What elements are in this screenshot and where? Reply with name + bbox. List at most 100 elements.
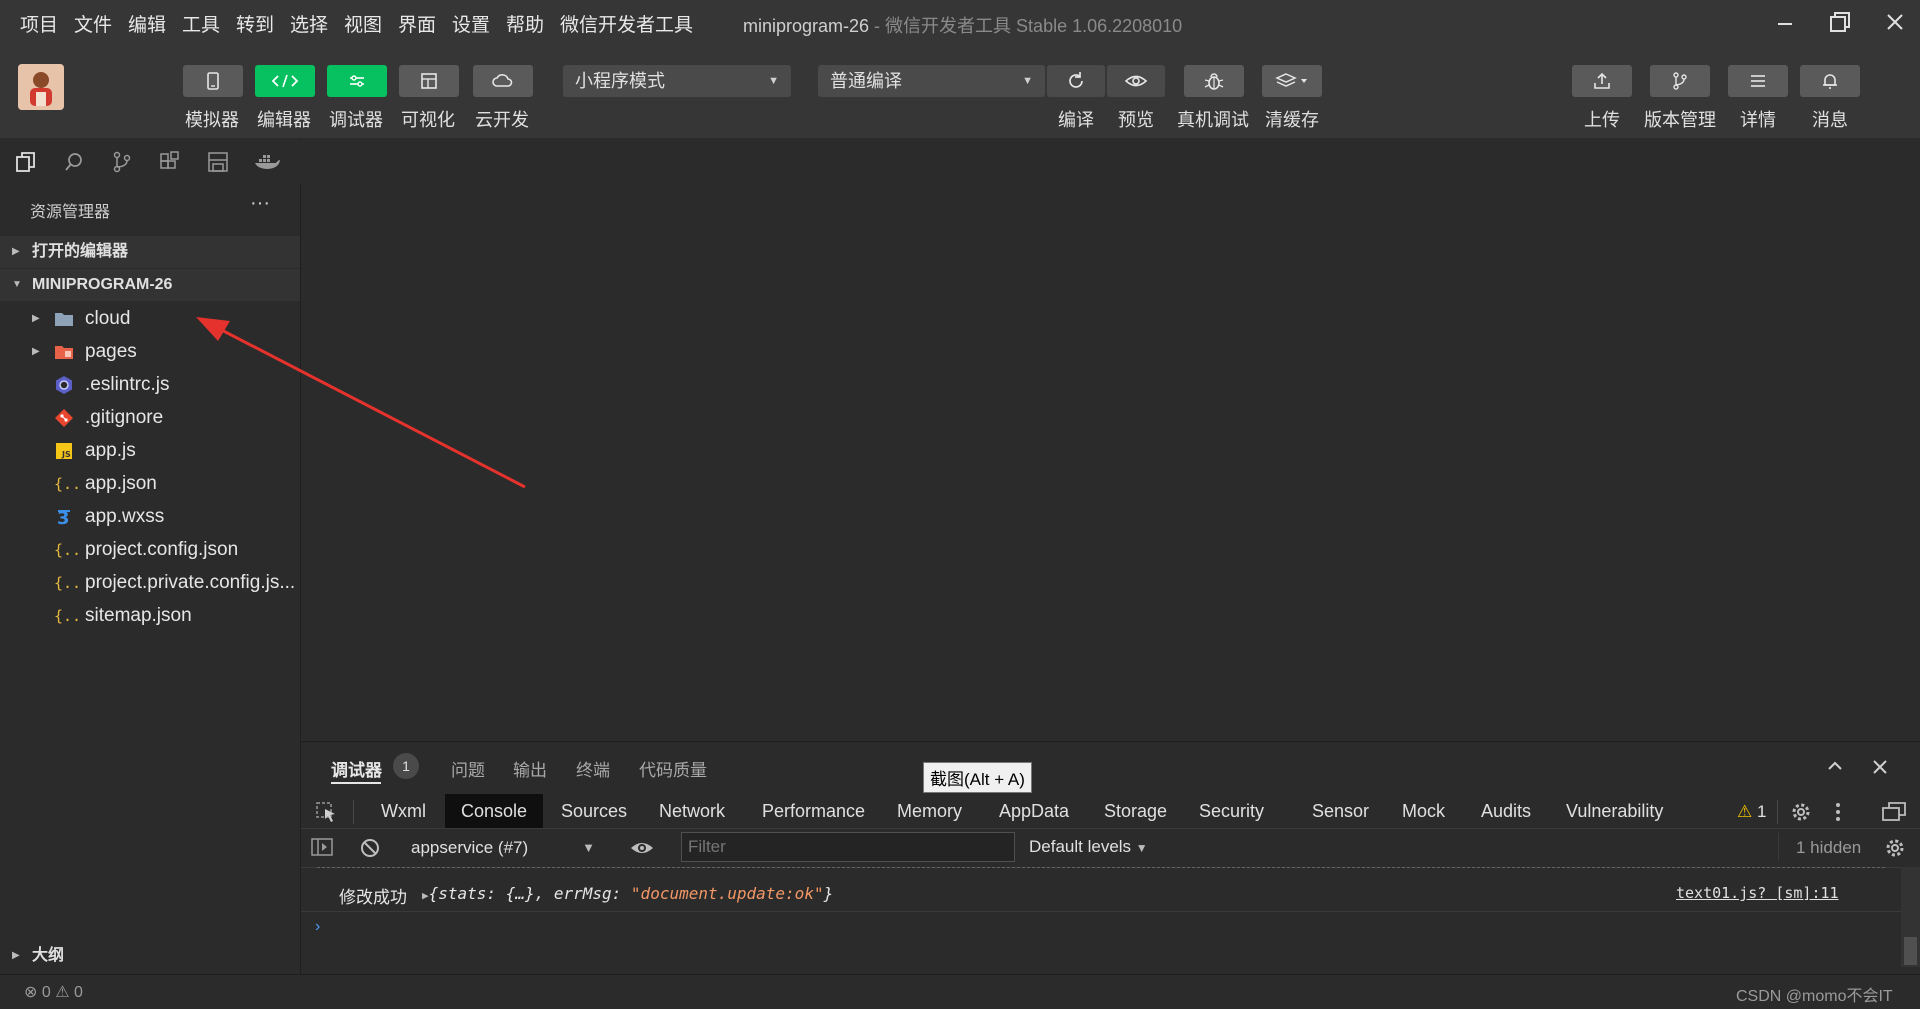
panel-tab-network[interactable]: Network: [659, 794, 725, 828]
tab-code-quality[interactable]: 代码质量: [639, 756, 707, 781]
close-panel-button[interactable]: [1871, 758, 1889, 776]
tree-item-project-private-config[interactable]: {..} project.private.config.js...: [0, 566, 300, 599]
console-settings-button[interactable]: [1883, 836, 1907, 860]
panel-tab-console[interactable]: Console: [445, 794, 544, 828]
compile-mode-select[interactable]: 普通编译 ▼: [818, 65, 1045, 97]
panel-tab-sensor[interactable]: Sensor: [1312, 794, 1369, 828]
menu-goto[interactable]: 转到: [236, 10, 274, 37]
debugger-toggle-button[interactable]: [327, 65, 387, 97]
panel-tab-memory[interactable]: Memory: [897, 794, 962, 828]
console-clipped-row: [301, 867, 1901, 871]
upload-button[interactable]: [1572, 65, 1632, 97]
panel-tab-sources[interactable]: Sources: [561, 794, 627, 828]
menu-settings[interactable]: 设置: [452, 10, 490, 37]
clear-cache-button[interactable]: [1262, 65, 1322, 97]
menu-select[interactable]: 选择: [290, 10, 328, 37]
debug-toggle-icon: [350, 75, 364, 87]
menu-tools[interactable]: 工具: [182, 10, 220, 37]
clear-console-button[interactable]: [359, 837, 381, 859]
log-object[interactable]: ▶{stats: {…}, errMsg: "document.update:o…: [422, 884, 833, 903]
panel-tab-audits[interactable]: Audits: [1481, 794, 1531, 828]
warnings-counter[interactable]: ⚠ 1: [1737, 802, 1766, 822]
search-icon[interactable]: [62, 150, 86, 174]
cloud-dev-button[interactable]: [473, 65, 533, 97]
more-actions-button[interactable]: ···: [250, 192, 270, 215]
log-levels-select[interactable]: Default levels ▼: [1029, 837, 1148, 857]
chevron-right-icon: ▶: [12, 950, 20, 961]
docker-icon[interactable]: [252, 150, 282, 174]
menu-interface[interactable]: 界面: [398, 10, 436, 37]
tree-item-sitemap[interactable]: {..} sitemap.json: [0, 599, 300, 632]
panel-tab-security[interactable]: Security: [1199, 794, 1264, 828]
avatar[interactable]: [18, 64, 64, 110]
menu-wechat-devtools[interactable]: 微信开发者工具: [560, 10, 693, 37]
separator: [1777, 800, 1778, 824]
devtools-settings-button[interactable]: [1789, 800, 1813, 824]
toolbar: 模拟器 编辑器 调试器 可视化 云开发 小程序模式 ▼ 普通编译 ▼ 编译 预览…: [0, 46, 1920, 139]
window-title-separator: -: [869, 16, 886, 36]
compile-label: 编译: [1058, 110, 1094, 130]
panel-tab-storage[interactable]: Storage: [1104, 794, 1167, 828]
context-select[interactable]: appservice (#7) ▼: [411, 835, 601, 861]
eslint-icon: [54, 375, 74, 395]
real-device-debug-button[interactable]: [1184, 65, 1244, 97]
chevron-down-icon: ▼: [768, 75, 779, 87]
details-button[interactable]: [1728, 65, 1788, 97]
source-control-icon[interactable]: [110, 150, 134, 174]
tree-item-app-wxss[interactable]: 3 app.wxss: [0, 500, 300, 533]
undock-button[interactable]: [1881, 800, 1907, 824]
extensions-icon[interactable]: [158, 150, 182, 174]
toggle-sidebar-button[interactable]: [311, 837, 333, 857]
menu-file[interactable]: 文件: [74, 10, 112, 37]
menu-help[interactable]: 帮助: [506, 10, 544, 37]
explorer-icon[interactable]: [14, 150, 38, 174]
scrollbar-thumb[interactable]: [1904, 937, 1917, 965]
minimize-button[interactable]: [1768, 8, 1802, 38]
branch-icon: [1673, 72, 1687, 90]
compile-button[interactable]: [1047, 65, 1105, 97]
restore-button[interactable]: [1823, 8, 1857, 38]
pages-folder-icon: [54, 342, 74, 362]
panel-tab-wxml[interactable]: Wxml: [381, 794, 426, 828]
separator: [1778, 833, 1779, 861]
debugger-count-badge: 1: [393, 753, 419, 779]
mode-select[interactable]: 小程序模式 ▼: [563, 65, 791, 97]
devtools-more-button[interactable]: [1833, 800, 1843, 824]
tab-debugger[interactable]: 调试器: [331, 756, 382, 781]
collapse-panel-button[interactable]: [1825, 758, 1845, 774]
open-editors-section[interactable]: ▶ 打开的编辑器: [0, 236, 300, 268]
console-toolbar: appservice (#7) ▼ Default levels ▼ 1 hid…: [301, 828, 1920, 868]
console-scrollbar[interactable]: [1901, 867, 1920, 967]
menu-edit[interactable]: 编辑: [128, 10, 166, 37]
tab-output[interactable]: 输出: [513, 756, 547, 781]
panel-tab-mock[interactable]: Mock: [1402, 794, 1445, 828]
version-control-button[interactable]: [1650, 65, 1710, 97]
panel-tab-vulnerability[interactable]: Vulnerability: [1566, 794, 1663, 828]
panel-tab-appdata[interactable]: AppData: [999, 794, 1069, 828]
outline-section[interactable]: ▶ 大纲: [0, 940, 300, 972]
svg-text:{..}: {..}: [54, 541, 78, 559]
tab-problems[interactable]: 问题: [451, 756, 485, 781]
live-expression-button[interactable]: [629, 838, 655, 858]
filter-input[interactable]: [681, 832, 1015, 862]
panel-tab-performance[interactable]: Performance: [762, 794, 865, 828]
cursor-select-icon: [316, 802, 335, 822]
inspect-element-button[interactable]: [315, 801, 339, 823]
close-window-button[interactable]: [1878, 8, 1912, 38]
log-source-link[interactable]: text01.js? [sm]:11: [1676, 884, 1839, 902]
storage-icon[interactable]: [206, 150, 230, 174]
editor-button[interactable]: [255, 65, 315, 97]
simulator-button[interactable]: [183, 65, 243, 97]
problems-summary[interactable]: ⊗ 0 ⚠ 0: [24, 982, 83, 1002]
console-input[interactable]: [341, 914, 1881, 944]
editor-area[interactable]: [301, 138, 1920, 741]
menu-project[interactable]: 项目: [20, 10, 58, 37]
tab-terminal[interactable]: 终端: [576, 756, 610, 781]
visual-button[interactable]: [399, 65, 459, 97]
preview-button[interactable]: [1107, 65, 1165, 97]
tree-item-project-config[interactable]: {..} project.config.json: [0, 533, 300, 566]
json-icon: {..}: [54, 540, 78, 560]
project-section[interactable]: ▼ MINIPROGRAM-26: [0, 269, 300, 301]
menu-view[interactable]: 视图: [344, 10, 382, 37]
messages-button[interactable]: [1800, 65, 1860, 97]
